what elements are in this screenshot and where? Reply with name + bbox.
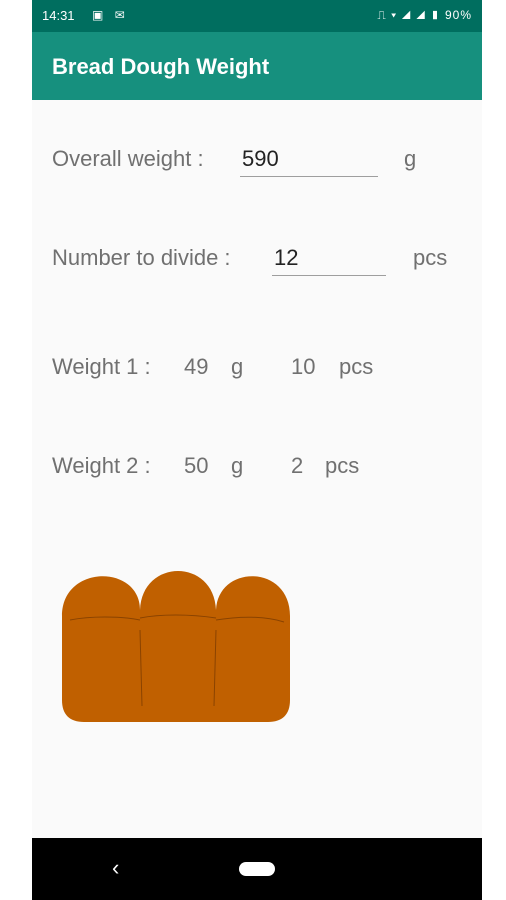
weight1-unit: g bbox=[231, 354, 244, 379]
signal-icon: ◢ bbox=[416, 8, 427, 22]
number-to-divide-label: Number to divide : bbox=[52, 245, 231, 270]
weight1-value: 49 bbox=[184, 354, 209, 379]
navigation-bar: ‹ bbox=[32, 838, 482, 900]
wifi-icon: ▾ bbox=[391, 8, 398, 22]
home-button[interactable] bbox=[239, 862, 275, 876]
weight1-count: 10 bbox=[291, 354, 316, 379]
number-to-divide-unit: pcs bbox=[413, 245, 448, 270]
battery-percent: 90% bbox=[444, 8, 472, 22]
phone-screen: 14:31 ▣ ✉ ⎍ ▾ ◢ ◢ ▮ 90% Bread Dough Weig… bbox=[32, 0, 482, 900]
system-icons: ⎍ ▾ ◢ ◢ ▮ 90% bbox=[377, 8, 472, 23]
weight2-value: 50 bbox=[184, 453, 209, 478]
app-title: Bread Dough Weight bbox=[52, 54, 270, 79]
overall-weight-label: Overall weight : bbox=[52, 146, 204, 171]
weight1-label: Weight 1 : bbox=[52, 354, 151, 379]
bread-loaf-image bbox=[62, 571, 290, 722]
weight1-count-unit: pcs bbox=[339, 354, 374, 379]
number-to-divide-value: 12 bbox=[274, 245, 299, 270]
image-icon: ▣ bbox=[92, 8, 104, 22]
weight2-count: 2 bbox=[291, 453, 304, 478]
gmail-icon: ✉ bbox=[114, 8, 125, 22]
weight2-count-unit: pcs bbox=[325, 453, 360, 478]
status-bar: 14:31 ▣ ✉ ⎍ ▾ ◢ ◢ ▮ 90% bbox=[32, 0, 482, 32]
overall-weight-input[interactable]: 590 bbox=[240, 146, 378, 177]
overall-weight-unit: g bbox=[404, 146, 417, 171]
weight2-label: Weight 2 : bbox=[52, 453, 151, 478]
number-to-divide-input[interactable]: 12 bbox=[272, 245, 386, 276]
battery-icon: ▮ bbox=[430, 8, 441, 22]
app-bar: Bread Dough Weight bbox=[32, 32, 482, 100]
back-button[interactable]: ‹ bbox=[112, 855, 119, 881]
notification-icons: ▣ ✉ bbox=[92, 8, 125, 22]
status-time: 14:31 bbox=[42, 8, 75, 23]
overall-weight-value: 590 bbox=[242, 146, 279, 171]
vibrate-icon: ⎍ bbox=[377, 8, 387, 22]
signal-icon: ◢ bbox=[401, 8, 412, 22]
weight2-unit: g bbox=[231, 453, 244, 478]
